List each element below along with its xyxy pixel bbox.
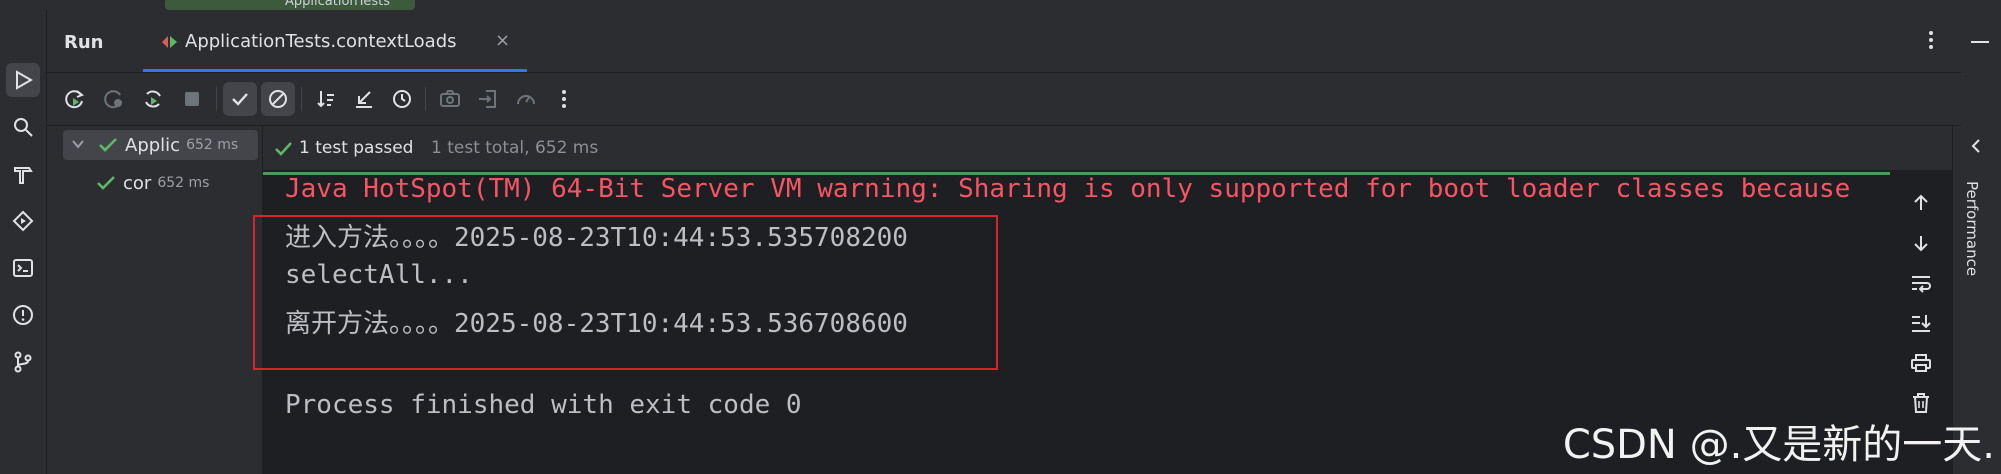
more-options-button[interactable] — [1921, 28, 1941, 52]
soft-wrap-button[interactable] — [1906, 268, 1936, 298]
run-icon — [16, 70, 34, 90]
editor-tab-fragment[interactable]: ApplicationTests — [165, 0, 415, 10]
rerun-failed-button — [97, 82, 131, 116]
terminal-tool-button[interactable] — [6, 251, 40, 285]
soft-wrap-icon — [1912, 276, 1931, 293]
import-icon — [479, 90, 496, 108]
performance-tool-tab[interactable]: Performance — [1963, 181, 1981, 276]
editor-tab-strip: ApplicationTests — [0, 0, 2001, 10]
active-tab-indicator — [143, 69, 527, 72]
left-toolbar — [0, 10, 47, 474]
checkmark-icon — [232, 93, 248, 106]
coverage-button — [509, 82, 543, 116]
import-tests-button — [471, 82, 505, 116]
show-passed-toggle[interactable] — [223, 82, 257, 116]
gauge-icon — [517, 95, 535, 105]
rerun-icon — [65, 90, 84, 109]
stop-button — [175, 82, 209, 116]
test-config-icon — [162, 36, 177, 48]
kebab-menu-icon — [562, 90, 566, 108]
scroll-to-end-icon — [1912, 315, 1931, 332]
collapse-all-button[interactable] — [347, 82, 381, 116]
test-passed-icon — [99, 138, 117, 152]
console-line-warning: Java HotSpot(TM) 64-Bit Server VM warnin… — [285, 174, 1851, 204]
minimize-icon — [1971, 41, 1989, 43]
tree-item-test-class[interactable]: Applic 652 ms — [63, 130, 258, 160]
collapse-icon — [356, 91, 372, 108]
tab-title: ApplicationTests.contextLoads — [185, 31, 457, 52]
run-panel-header: Run ApplicationTests.contextLoads × — [47, 10, 1961, 73]
problems-icon — [13, 305, 33, 325]
kebab-menu-icon — [1929, 31, 1933, 49]
stop-icon — [185, 92, 199, 106]
print-button[interactable] — [1906, 348, 1936, 378]
chevron-left-icon — [1971, 139, 1980, 153]
hammer-icon — [14, 167, 33, 184]
rerun-button[interactable] — [58, 82, 92, 116]
tree-item-time: 652 ms — [157, 175, 210, 191]
test-passed-icon — [97, 176, 115, 190]
console-line-exit: Process finished with exit code 0 — [285, 390, 802, 420]
git-tool-button[interactable] — [6, 345, 40, 379]
status-summary-text: 1 test total, 652 ms — [431, 138, 599, 158]
header-right — [1961, 10, 2001, 126]
run-config-tab[interactable]: ApplicationTests.contextLoads × — [143, 10, 527, 72]
expand-panel-button[interactable] — [1966, 136, 1986, 156]
services-icon — [12, 210, 34, 232]
run-toolbar — [47, 73, 1961, 126]
terminal-icon — [13, 259, 33, 277]
close-tab-icon[interactable]: × — [495, 30, 510, 51]
run-panel-title: Run — [64, 32, 104, 53]
clock-icon — [393, 90, 411, 108]
run-tool-button[interactable] — [6, 63, 40, 97]
trash-icon — [1913, 393, 1929, 413]
status-passed-text: 1 test passed — [299, 138, 414, 158]
arrow-down-icon — [1914, 236, 1928, 252]
scroll-to-end-button[interactable] — [1906, 308, 1936, 338]
search-tool-button[interactable] — [6, 110, 40, 144]
test-tree: Applic 652 ms cor 652 ms — [47, 126, 263, 474]
printer-icon — [1911, 354, 1931, 372]
tree-item-test-method[interactable]: cor 652 ms — [95, 168, 209, 198]
screenshot-button — [433, 82, 467, 116]
test-status-bar: 1 test passed 1 test total, 652 ms — [263, 126, 1952, 170]
scroll-down-button[interactable] — [1906, 228, 1936, 258]
show-ignored-toggle[interactable] — [261, 82, 295, 116]
toggle-auto-test-button[interactable] — [136, 82, 170, 116]
minimize-button[interactable] — [1969, 32, 1991, 52]
services-tool-button[interactable] — [6, 204, 40, 238]
tree-item-label: cor — [123, 172, 152, 194]
highlight-annotation-box — [253, 215, 998, 370]
auto-test-icon — [145, 90, 161, 108]
toolbar-separator — [301, 87, 302, 111]
build-tool-button[interactable] — [6, 157, 40, 191]
test-passed-icon — [275, 142, 292, 156]
arrow-up-icon — [1914, 194, 1928, 210]
search-icon — [14, 118, 33, 137]
watermark-text: CSDN @.又是新的一天. — [1562, 422, 1995, 468]
chevron-down-icon — [72, 140, 84, 149]
problems-tool-button[interactable] — [6, 298, 40, 332]
sort-button[interactable] — [309, 82, 343, 116]
more-actions-button[interactable] — [547, 82, 581, 116]
tree-item-label: Applic — [125, 134, 181, 156]
scroll-up-button[interactable] — [1906, 188, 1936, 218]
toolbar-separator — [216, 87, 217, 111]
tree-item-time: 652 ms — [186, 137, 239, 153]
rerun-failed-icon — [104, 90, 122, 109]
ignored-icon — [269, 90, 287, 108]
toolbar-separator — [425, 87, 426, 111]
camera-icon — [440, 90, 460, 107]
test-history-button[interactable] — [385, 82, 419, 116]
sort-icon — [317, 91, 334, 108]
git-branch-icon — [14, 351, 32, 373]
